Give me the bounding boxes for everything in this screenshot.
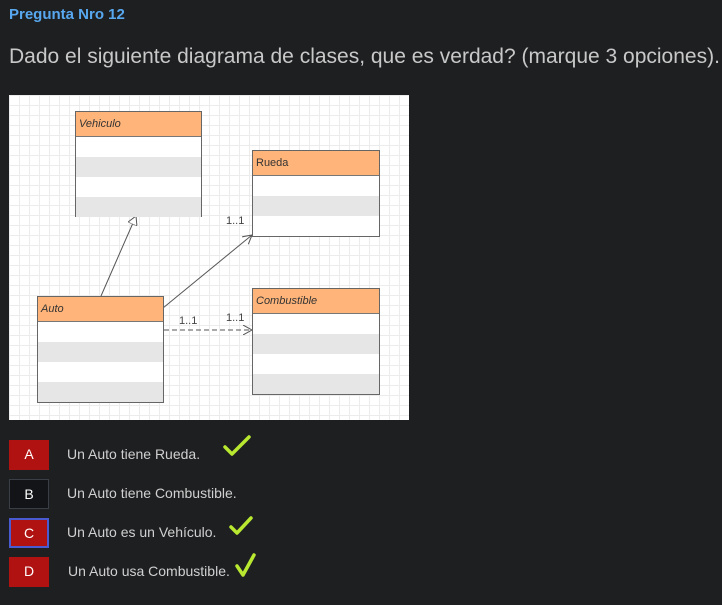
option-c-text[interactable]: Un Auto es un Vehículo. — [67, 524, 216, 540]
check-icon — [229, 516, 253, 535]
multiplicity-auto-combustible-target: 1..1 — [226, 312, 245, 324]
option-b-text[interactable]: Un Auto tiene Combustible. — [67, 485, 237, 501]
check-icon — [235, 553, 256, 577]
class-rueda: Rueda — [252, 150, 380, 237]
option-d-badge[interactable]: D — [9, 557, 49, 587]
multiplicity-auto-rueda: 1..1 — [226, 215, 245, 227]
option-d[interactable]: D Un Auto usa Combustible. — [9, 557, 269, 587]
option-a-text[interactable]: Un Auto tiene Rueda. — [67, 446, 200, 462]
class-vehiculo: Vehiculo — [75, 111, 202, 217]
option-d-text[interactable]: Un Auto usa Combustible. — [68, 563, 230, 579]
class-combustible: Combustible — [252, 288, 380, 395]
multiplicity-auto-combustible-source: 1..1 — [179, 315, 198, 327]
option-a-badge[interactable]: A — [9, 440, 49, 470]
class-vehiculo-name: Vehiculo — [76, 112, 201, 137]
class-combustible-name: Combustible — [253, 289, 379, 314]
inheritance-arrow — [100, 216, 136, 297]
question-text: Dado el siguiente diagrama de clases, qu… — [9, 45, 720, 68]
class-rueda-name: Rueda — [253, 151, 379, 176]
association-arrow-rueda — [162, 235, 252, 309]
question-number-title: Pregunta Nro 12 — [9, 6, 125, 23]
class-diagram: Vehiculo Rueda Auto Combustible 1..1 1..… — [9, 95, 409, 420]
class-auto: Auto — [37, 296, 164, 403]
check-icon — [223, 435, 251, 456]
option-b-badge[interactable]: B — [9, 479, 49, 509]
option-b[interactable]: B Un Auto tiene Combustible. — [9, 479, 269, 509]
class-auto-name: Auto — [38, 297, 163, 322]
option-c-badge[interactable]: C — [9, 518, 49, 548]
